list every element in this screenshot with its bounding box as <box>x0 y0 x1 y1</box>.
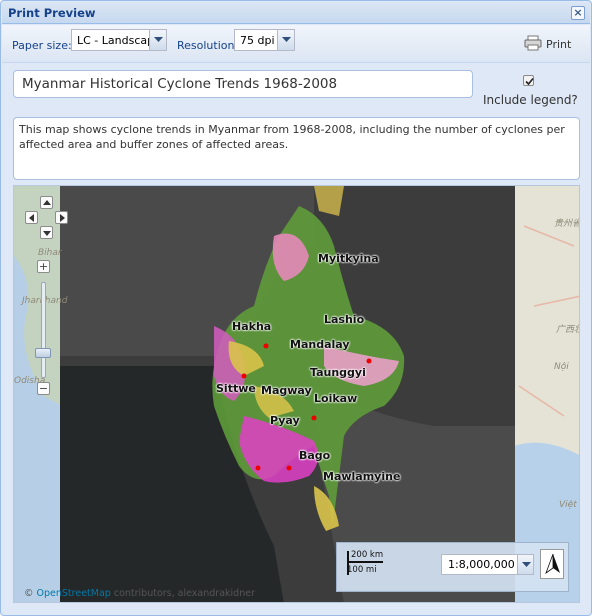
city-label: Lashio <box>324 313 365 326</box>
arrow-left-icon <box>29 214 34 222</box>
pan-control <box>25 196 68 239</box>
scale-km-label: 200 km <box>351 550 384 560</box>
pan-left-button[interactable] <box>25 211 38 224</box>
bg-label-viet: Việt <box>559 500 577 510</box>
city-label: Myitkyina <box>318 252 379 265</box>
title-bar: Print Preview × <box>2 2 590 24</box>
printer-icon <box>524 35 542 51</box>
scale-dropdown-trigger[interactable] <box>517 555 533 574</box>
city-label: Mawlamyine <box>323 470 401 483</box>
bg-label-bihar: Bihar <box>38 248 62 258</box>
zoom-out-button[interactable]: − <box>37 382 50 395</box>
map-description-textarea[interactable]: This map shows cyclone trends in Myanmar… <box>13 117 580 180</box>
window-title: Print Preview <box>8 6 96 20</box>
bg-label-hanoi: Nội <box>554 362 569 372</box>
toolbar: Paper size: LC - Landscape Resolution: 7… <box>2 25 590 63</box>
map-title-input[interactable] <box>13 70 473 98</box>
attribution-text: contributors, alexandrakidner <box>113 588 255 599</box>
paper-size-value: LC - Landscape <box>77 34 151 47</box>
scale-mi-label: 100 mi <box>347 565 377 575</box>
city-label: Magway <box>261 384 312 397</box>
bg-label-guangxi: 广西壮族 <box>556 325 579 335</box>
arrow-up-icon <box>43 200 51 205</box>
include-legend-label: Include legend? <box>483 93 578 107</box>
city-label: Hakha <box>232 320 272 333</box>
checkmark-icon <box>525 77 534 86</box>
north-arrow-icon <box>545 553 560 575</box>
openstreetmap-link[interactable]: OpenStreetMap <box>37 588 111 599</box>
print-label: Print <box>546 38 572 51</box>
chevron-down-icon <box>154 37 163 42</box>
paper-size-dropdown-trigger[interactable] <box>149 30 166 50</box>
zoom-slider-track[interactable] <box>41 282 46 378</box>
print-preview-window: Print Preview × Paper size: LC - Landsca… <box>0 0 592 616</box>
scale-select[interactable]: 1:8,000,000 <box>441 554 534 575</box>
pan-up-button[interactable] <box>40 196 53 209</box>
city-label: Loikaw <box>314 392 358 405</box>
print-button[interactable]: Print <box>524 35 580 55</box>
resolution-select[interactable]: 75 dpi <box>234 29 295 51</box>
attribution-copyright: © <box>24 588 34 599</box>
include-legend-checkbox[interactable] <box>523 75 534 86</box>
scale-value: 1:8,000,000 <box>448 558 515 571</box>
scale-panel: 200 km 100 mi 1:8,000,000 <box>336 542 569 592</box>
minus-icon: − <box>38 382 49 395</box>
pan-right-button[interactable] <box>55 211 68 224</box>
zoom-in-button[interactable]: + <box>37 260 50 273</box>
chevron-down-icon <box>282 37 291 42</box>
paper-size-label: Paper size: <box>12 39 72 52</box>
resolution-value: 75 dpi <box>240 34 275 47</box>
arrow-down-icon <box>43 231 51 236</box>
chevron-down-icon <box>522 562 531 567</box>
city-label: Pyay <box>270 414 300 427</box>
city-label: Bago <box>299 449 331 462</box>
bg-label-guizhou: 贵州省 <box>554 219 580 229</box>
city-label: Sittwe <box>216 382 256 395</box>
pan-down-button[interactable] <box>40 226 53 239</box>
close-icon: × <box>573 6 583 19</box>
resolution-dropdown-trigger[interactable] <box>277 30 294 50</box>
resolution-label: Resolution: <box>177 39 239 52</box>
map-preview[interactable]: Bihar Jharkhand Odisha 贵州省 广西壮族 Nội Việt… <box>13 185 580 603</box>
plus-icon: + <box>38 260 49 273</box>
zoom-slider-thumb[interactable] <box>35 348 51 358</box>
north-arrow <box>540 549 564 579</box>
arrow-right-icon <box>60 214 65 222</box>
paper-size-select[interactable]: LC - Landscape <box>71 29 167 51</box>
map-attribution: © OpenStreetMap contributors, alexandrak… <box>24 588 255 599</box>
city-label: Mandalay <box>290 338 350 351</box>
close-button[interactable]: × <box>571 6 585 20</box>
city-label: Taunggyi <box>310 366 366 379</box>
